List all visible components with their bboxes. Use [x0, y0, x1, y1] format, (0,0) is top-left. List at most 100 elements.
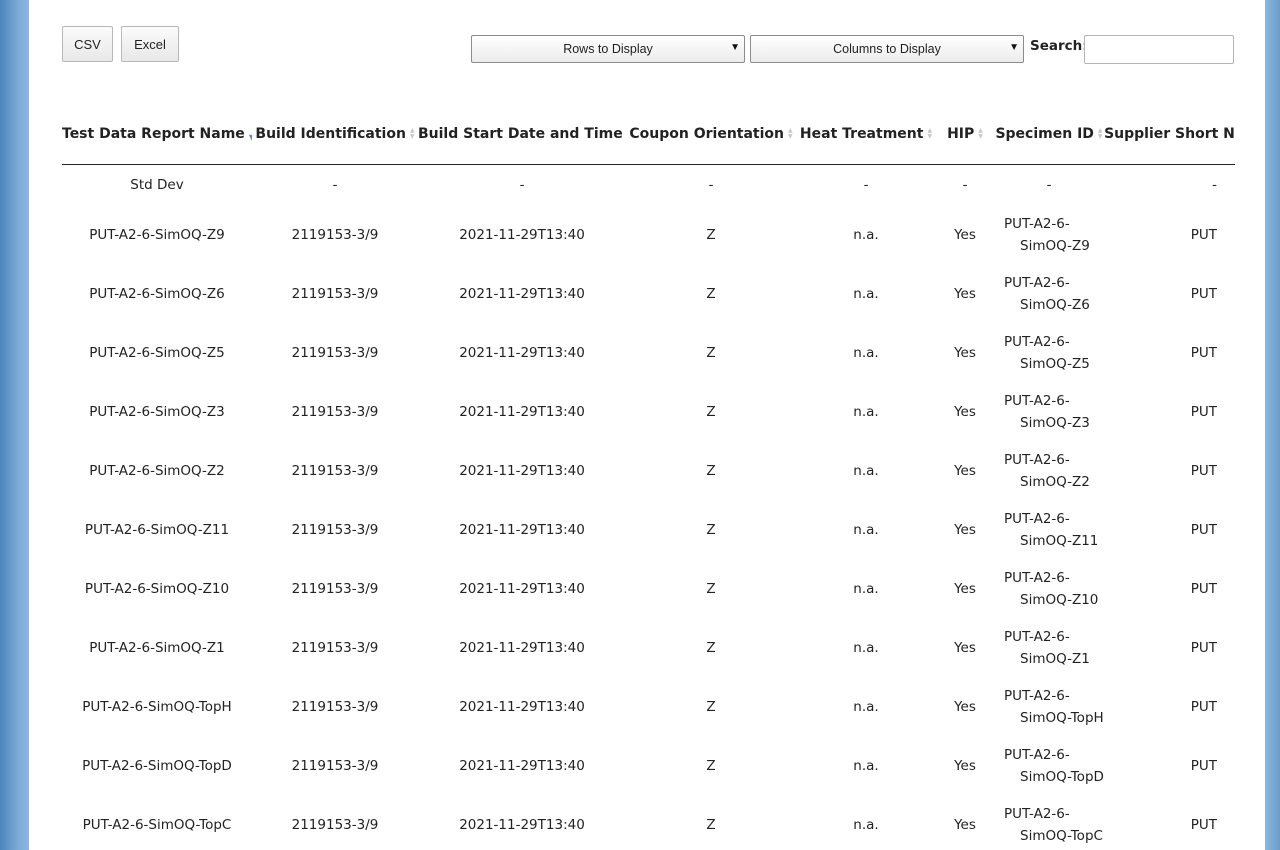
- table-row[interactable]: PUT-A2-6- SimOQ-TopD 2119153-3/9 2021-11-29…: [62, 736, 1235, 795]
- column-header-content: Build Start Date and Time▲▼: [418, 126, 626, 142]
- cell-specimen-id: PUT-A2-6- SimOQ-TopH: [994, 677, 1104, 736]
- cell-orientation: Z: [706, 639, 716, 656]
- specimen-id-line-2: SimOQ-Z5: [1020, 355, 1090, 372]
- cell-start: 2021-11-29T13:40: [459, 639, 585, 656]
- table-row[interactable]: PUT-A2-6- SimOQ-Z5 2119153-3/9 2021-11-29T1…: [62, 323, 1235, 382]
- columns-to-display-select[interactable]: Columns to Display ▼: [750, 35, 1024, 63]
- cell-orientation: Z: [706, 226, 716, 243]
- table-row[interactable]: PUT-A2-6- SimOQ-TopH 2119153-3/9 2021-11-29…: [62, 677, 1235, 736]
- cell-specimen-id: PUT-A2-6- SimOQ-Z6: [994, 264, 1104, 323]
- sort-icon: ▲ ▼: [1097, 127, 1103, 140]
- cell-specimen-id: PUT-A2-6- SimOQ-Z11: [994, 500, 1104, 559]
- cell-orientation: Z: [706, 698, 716, 715]
- table-row[interactable]: PUT-A2-6- SimOQ-TopC 2119153-3/9 2021-11-29…: [62, 795, 1235, 850]
- rows-to-display-select[interactable]: Rows to Display ▼: [471, 35, 745, 63]
- column-header-content: Supplier Short N: [1104, 126, 1235, 142]
- cell-supplier: PUT: [1190, 462, 1217, 479]
- cell-hip: Yes: [954, 580, 976, 597]
- specimen-id-line-2: SimOQ-Z1: [1020, 650, 1090, 667]
- column-header-supplier-short-name[interactable]: Supplier Short N: [1104, 104, 1235, 165]
- cell-heat: n.a.: [853, 639, 879, 656]
- column-header-build-identification[interactable]: Build Identification ▲ ▼: [252, 104, 418, 165]
- cell-orientation: Z: [706, 757, 716, 774]
- column-header-heat-treatment[interactable]: Heat Treatment ▲ ▼: [796, 104, 936, 165]
- cell-build: 2119153-3/9: [291, 226, 379, 243]
- cell-hip: Yes: [954, 285, 976, 302]
- cell-heat: n.a.: [853, 757, 879, 774]
- cell-start: 2021-11-29T13:40: [459, 816, 585, 833]
- cell-hip: Yes: [954, 698, 976, 715]
- dropdown-arrow-icon: ▼: [1009, 42, 1019, 53]
- column-header-coupon-orientation[interactable]: Coupon Orientation ▲ ▼: [626, 104, 796, 165]
- specimen-id-line-2: SimOQ-TopD: [1020, 768, 1104, 785]
- report-panel: CSV Excel Rows to Display ▼ Columns to D…: [29, 0, 1265, 850]
- table-row[interactable]: PUT-A2-6- SimOQ-Z9 2119153-3/9 2021-11-29T1…: [62, 205, 1235, 264]
- specimen-id-line-1: PUT-A2-6-: [1004, 215, 1070, 232]
- column-header-content: Specimen ID ▲ ▼: [995, 126, 1102, 142]
- column-header-build-start-date[interactable]: Build Start Date and Time▲▼: [418, 104, 626, 165]
- column-header-content: Heat Treatment ▲ ▼: [800, 126, 932, 142]
- specimen-id-line-2: SimOQ-Z11: [1020, 532, 1099, 549]
- cell-supplier: PUT: [1190, 698, 1217, 715]
- cell-name: PUT-A2-6-SimOQ-Z10: [84, 580, 230, 597]
- table-row[interactable]: PUT-A2-6- SimOQ-Z1 2119153-3/9 2021-11-29T1…: [62, 618, 1235, 677]
- table-header-row: Test Data Report Name▼Build Identificati…: [62, 104, 1235, 165]
- column-header-content: Test Data Report Name▼: [62, 126, 252, 142]
- cell-build: 2119153-3/9: [291, 580, 379, 597]
- cell-orientation: Z: [706, 403, 716, 420]
- cell-specimen-id: PUT-A2-6- SimOQ-Z2: [994, 441, 1104, 500]
- cell-hip: Yes: [954, 639, 976, 656]
- std-dev-cell: -: [863, 177, 869, 193]
- cell-name: PUT-A2-6-SimOQ-Z11: [84, 521, 230, 538]
- column-header-test-data-report-name[interactable]: Test Data Report Name▼: [62, 104, 252, 165]
- cell-supplier: PUT: [1190, 816, 1217, 833]
- column-header-specimen-id[interactable]: Specimen ID ▲ ▼: [994, 104, 1104, 165]
- sort-icon: ▲ ▼: [409, 127, 415, 140]
- cell-hip: Yes: [954, 521, 976, 538]
- dropdown-arrow-icon: ▼: [730, 42, 740, 53]
- cell-specimen-id: PUT-A2-6- SimOQ-TopD: [994, 736, 1104, 795]
- sort-icon: ▲ ▼: [788, 127, 793, 140]
- column-header-label: Supplier Short N: [1104, 126, 1235, 142]
- specimen-id-line-1: PUT-A2-6-: [1004, 510, 1070, 527]
- specimen-id-line-1: PUT-A2-6-: [1004, 628, 1070, 645]
- page-background-left: [0, 0, 29, 850]
- specimen-id-line-2: SimOQ-Z9: [1020, 237, 1090, 254]
- cell-start: 2021-11-29T13:40: [459, 403, 585, 420]
- cell-name: PUT-A2-6-SimOQ-Z5: [89, 344, 225, 361]
- cell-build: 2119153-3/9: [291, 285, 379, 302]
- csv-export-button[interactable]: CSV: [62, 26, 113, 62]
- cell-start: 2021-11-29T13:40: [459, 521, 585, 538]
- std-dev-row: Std Dev - - - - - - -: [62, 165, 1235, 206]
- column-header-content: HIP ▲ ▼: [947, 126, 983, 142]
- std-dev-cell: -: [332, 177, 338, 193]
- cell-name: PUT-A2-6-SimOQ-TopC: [82, 816, 232, 833]
- specimen-id-line-1: PUT-A2-6-: [1004, 746, 1070, 763]
- cell-specimen-id: PUT-A2-6- SimOQ-Z10: [994, 559, 1104, 618]
- table-row[interactable]: PUT-A2-6- SimOQ-Z2 2119153-3/9 2021-11-29T1…: [62, 441, 1235, 500]
- sort-descending-icon: ▼: [249, 126, 252, 142]
- cell-build: 2119153-3/9: [291, 521, 379, 538]
- cell-hip: Yes: [954, 344, 976, 361]
- specimen-id-line-1: PUT-A2-6-: [1004, 805, 1070, 822]
- specimen-id-line-2: SimOQ-TopC: [1020, 827, 1103, 844]
- cell-supplier: PUT: [1190, 344, 1217, 361]
- table-row[interactable]: PUT-A2-6- SimOQ-Z10 2119153-3/9 2021-11-29T…: [62, 559, 1235, 618]
- table-row[interactable]: PUT-A2-6- SimOQ-Z3 2119153-3/9 2021-11-29T1…: [62, 382, 1235, 441]
- cell-orientation: Z: [706, 580, 716, 597]
- column-header-label: Coupon Orientation: [629, 126, 784, 142]
- column-header-hip[interactable]: HIP ▲ ▼: [936, 104, 994, 165]
- table-row[interactable]: PUT-A2-6- SimOQ-Z6 2119153-3/9 2021-11-29T1…: [62, 264, 1235, 323]
- cell-start: 2021-11-29T13:40: [459, 698, 585, 715]
- columns-to-display-label: Columns to Display: [833, 42, 941, 56]
- cell-name: PUT-A2-6-SimOQ-Z2: [89, 462, 225, 479]
- cell-specimen-id: PUT-A2-6- SimOQ-Z3: [994, 382, 1104, 441]
- std-dev-cell: Std Dev: [130, 177, 184, 193]
- cell-heat: n.a.: [853, 344, 879, 361]
- cell-hip: Yes: [954, 403, 976, 420]
- specimen-id-line-1: PUT-A2-6-: [1004, 451, 1070, 468]
- excel-export-button[interactable]: Excel: [121, 26, 179, 62]
- table-row[interactable]: PUT-A2-6- SimOQ-Z11 2119153-3/9 2021-11-29T…: [62, 500, 1235, 559]
- search-input[interactable]: [1084, 35, 1234, 64]
- cell-orientation: Z: [706, 462, 716, 479]
